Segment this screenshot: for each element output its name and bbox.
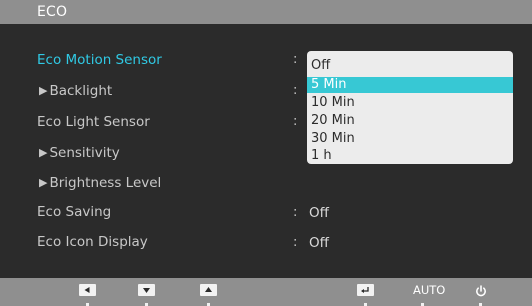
menu-item-brightness-level[interactable]: ▶ Brightness Level — [39, 175, 161, 191]
separator-colon: : — [293, 235, 298, 250]
title-bar: ECO — [0, 0, 532, 24]
submenu-arrow-icon: ▶ — [39, 176, 48, 189]
menu-item-label: Eco Icon Display — [37, 234, 148, 250]
dropdown-option-30-min[interactable]: 30 Min — [307, 131, 513, 147]
dropdown-option-1-h[interactable]: 1 h — [307, 148, 513, 164]
menu-item-label: Eco Motion Sensor — [37, 52, 162, 68]
eco-saving-value: Off — [309, 205, 329, 221]
power-icon[interactable] — [474, 283, 488, 297]
menu-item-label: Eco Saving — [37, 204, 112, 220]
dropdown-option-20-min[interactable]: 20 Min — [307, 113, 513, 129]
auto-button-label[interactable]: AUTO — [413, 283, 445, 297]
separator-colon: : — [293, 114, 298, 129]
menu-item-eco-icon-display[interactable]: Eco Icon Display — [37, 234, 148, 250]
eco-icon-display-value: Off — [309, 235, 329, 251]
menu-item-eco-saving[interactable]: Eco Saving — [37, 204, 111, 220]
down-arrow-key-icon[interactable] — [138, 284, 155, 296]
menu-item-eco-motion-sensor[interactable]: Eco Motion Sensor — [37, 52, 162, 68]
up-arrow-key-icon[interactable] — [200, 284, 217, 296]
dropdown-option-10-min[interactable]: 10 Min — [307, 95, 513, 111]
submenu-arrow-icon: ▶ — [39, 84, 48, 97]
enter-key-icon[interactable] — [357, 284, 374, 296]
eco-motion-sensor-dropdown[interactable]: Off 5 Min 10 Min 20 Min 30 Min 1 h — [307, 51, 513, 164]
page-title: ECO — [37, 4, 68, 20]
separator-colon: : — [293, 52, 298, 67]
submenu-arrow-icon: ▶ — [39, 146, 48, 159]
menu-item-backlight[interactable]: ▶ Backlight — [39, 83, 112, 99]
menu-item-label: Brightness Level — [49, 175, 162, 191]
separator-colon: : — [293, 83, 298, 98]
left-arrow-key-icon[interactable] — [79, 284, 96, 296]
dropdown-option-off[interactable]: Off — [307, 58, 513, 74]
menu-item-eco-light-sensor[interactable]: Eco Light Sensor — [37, 114, 150, 130]
menu-item-sensitivity[interactable]: ▶ Sensitivity — [39, 145, 120, 161]
dropdown-option-5-min[interactable]: 5 Min — [307, 77, 513, 93]
menu-item-label: Eco Light Sensor — [37, 114, 150, 130]
separator-colon: : — [293, 205, 298, 220]
menu-item-label: Backlight — [49, 83, 113, 99]
menu-item-label: Sensitivity — [49, 145, 120, 161]
button-guide-bar: AUTO — [0, 278, 532, 306]
